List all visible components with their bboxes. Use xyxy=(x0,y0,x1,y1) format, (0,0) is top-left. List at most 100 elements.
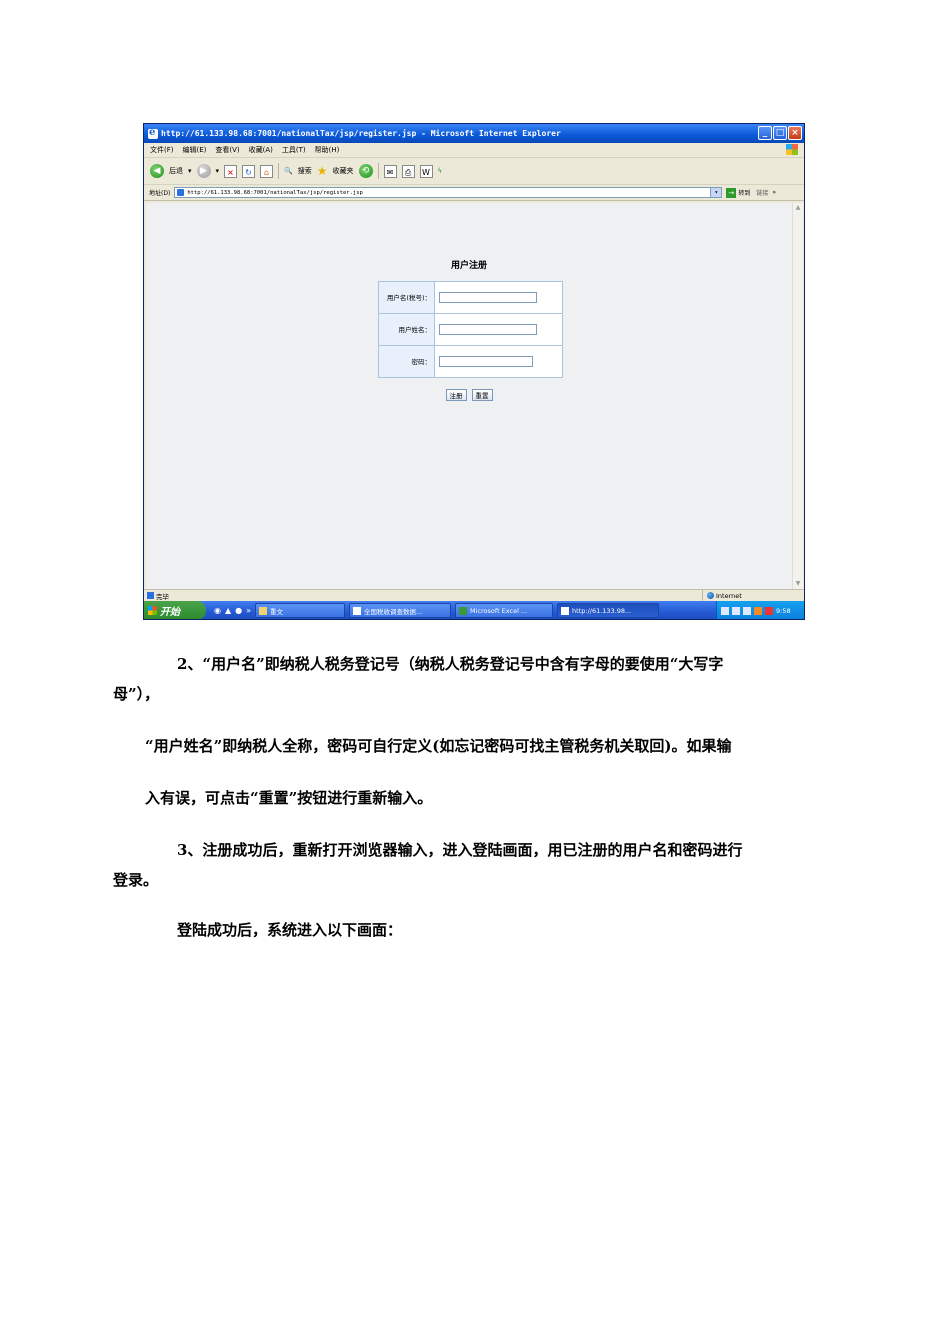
network-icon[interactable] xyxy=(743,606,751,615)
quicklaunch-media-icon[interactable]: ● xyxy=(235,606,242,615)
home-icon[interactable]: ⌂ xyxy=(260,164,274,178)
go-label: 转到 xyxy=(738,190,751,197)
close-button[interactable]: × xyxy=(788,126,802,140)
scroll-up-icon[interactable]: ▲ xyxy=(793,203,803,213)
vertical-scrollbar[interactable]: ▲ ▼ xyxy=(792,203,803,589)
taskbar-item-folder[interactable]: 重文 xyxy=(255,603,346,618)
fullname-input[interactable] xyxy=(439,324,537,335)
go-button[interactable]: → 转到 xyxy=(726,187,751,198)
register-button[interactable]: 注册 xyxy=(445,389,467,401)
form-row: 用户姓名： xyxy=(379,314,562,346)
taskbar-item-ie[interactable]: http://61.133.98... xyxy=(557,603,660,618)
paragraph-login: 3、注册成功后，重新打开浏览器输入，进入登陆画面，用已注册的用户名和密码进行 登… xyxy=(113,835,807,895)
register-form: 用户名(税号)： 用户姓名： 密码： xyxy=(378,281,563,378)
menu-help[interactable]: 帮助(H) xyxy=(315,145,340,155)
address-bar: 地址(D) http://61.133.98.68:7001/nationalT… xyxy=(144,185,804,201)
maximize-button[interactable]: □ xyxy=(773,126,787,140)
zone-label: Internet xyxy=(716,591,742,600)
folder-icon xyxy=(259,606,268,615)
browser-screenshot: http://61.133.98.68:7001/nationalTax/jsp… xyxy=(143,123,805,620)
forward-arrow-icon[interactable]: ▶ xyxy=(196,164,211,178)
address-url: http://61.133.98.68:7001/nationalTax/jsp… xyxy=(187,189,363,196)
menu-edit[interactable]: 编辑(E) xyxy=(183,145,207,155)
password-input[interactable] xyxy=(439,356,533,367)
minimize-button[interactable]: _ xyxy=(758,126,772,140)
volume-icon[interactable] xyxy=(754,606,762,615)
security-zone: Internet xyxy=(702,590,742,601)
reset-button[interactable]: 重置 xyxy=(471,389,493,401)
search-button-label[interactable]: 搜索 xyxy=(298,166,312,176)
window-titlebar: http://61.133.98.68:7001/nationalTax/jsp… xyxy=(144,124,804,143)
mail-icon[interactable]: ✉ xyxy=(383,164,397,178)
clock: 9:58 xyxy=(776,606,791,615)
toolbar-separator xyxy=(278,163,280,179)
edit-icon[interactable]: W xyxy=(419,164,433,178)
page-done-icon xyxy=(147,592,154,599)
username-label: 用户名(税号)： xyxy=(379,282,435,313)
taskbar-item-excel[interactable]: Microsoft Excel ... xyxy=(455,603,554,618)
ie-page-icon xyxy=(561,606,570,615)
password-label: 密码： xyxy=(379,346,435,377)
page-content: 用户注册 用户名(税号)： 用户姓名： 密码： 注册 重置 xyxy=(146,203,792,589)
text-line: 登录。 xyxy=(113,871,159,889)
menu-favorites[interactable]: 收藏(A) xyxy=(249,145,273,155)
window-title: http://61.133.98.68:7001/nationalTax/jsp… xyxy=(161,129,561,138)
keyboard-icon[interactable] xyxy=(721,606,729,615)
forward-dropdown-icon[interactable]: ▾ xyxy=(216,167,220,175)
print-icon[interactable]: ⎙ xyxy=(401,164,415,178)
taskbar-item-word[interactable]: 全国税收调查数据... xyxy=(349,603,452,618)
standard-toolbar: ◀ 后退 ▾ ▶ ▾ × ↻ ⌂ 🔍 搜索 ★ 收藏夹 ⟲ ✉ ⎙ W ϟ xyxy=(144,158,804,185)
register-title: 用户注册 xyxy=(450,261,487,271)
start-button[interactable]: 开始 xyxy=(144,601,206,619)
taskbar-item-label: Microsoft Excel ... xyxy=(470,606,528,615)
refresh-icon[interactable]: ↻ xyxy=(242,164,256,178)
paragraph-fullname: “用户姓名”即纳税人全称，密码可自行定义(如忘记密码可找主管税务机关取回)。如果… xyxy=(145,737,732,755)
username-input[interactable] xyxy=(439,292,537,303)
form-row: 用户名(税号)： xyxy=(379,282,562,314)
word-doc-icon xyxy=(353,606,362,615)
toolbar-separator xyxy=(377,163,379,179)
scroll-down-icon[interactable]: ▼ xyxy=(793,579,803,589)
windows-logo-icon xyxy=(786,144,798,155)
form-row: 密码： xyxy=(379,346,562,377)
menu-view[interactable]: 查看(V) xyxy=(215,145,239,155)
lightning-icon[interactable]: ϟ xyxy=(438,167,443,175)
quicklaunch-more-icon[interactable]: » xyxy=(246,606,251,615)
help-icon[interactable] xyxy=(732,606,740,615)
text-line: 3、注册成功后，重新打开浏览器输入，进入登陆画面，用已注册的用户名和密码进行 xyxy=(177,841,743,859)
globe-icon xyxy=(707,592,714,599)
system-tray: 9:58 xyxy=(716,601,804,619)
status-bar: 完毕 Internet xyxy=(144,589,804,601)
status-text: 完毕 xyxy=(156,592,169,601)
favorites-button-label[interactable]: 收藏夹 xyxy=(333,166,354,176)
address-input[interactable]: http://61.133.98.68:7001/nationalTax/jsp… xyxy=(174,187,723,198)
search-icon[interactable]: 🔍 xyxy=(284,167,293,175)
taskbar-item-label: 全国税收调查数据... xyxy=(364,607,423,616)
favorites-star-icon[interactable]: ★ xyxy=(317,164,328,178)
address-dropdown-icon[interactable]: ▾ xyxy=(710,188,722,197)
back-dropdown-icon[interactable]: ▾ xyxy=(188,167,192,175)
antivirus-icon[interactable] xyxy=(765,606,773,615)
menu-bar: 文件(F) 编辑(E) 查看(V) 收藏(A) 工具(T) 帮助(H) xyxy=(144,143,804,158)
stop-icon[interactable]: × xyxy=(224,164,238,178)
paragraph-after-login: 登陆成功后，系统进入以下画面： xyxy=(177,921,403,939)
start-label: 开始 xyxy=(160,607,180,618)
back-button-label[interactable]: 后退 xyxy=(169,166,183,176)
excel-icon xyxy=(459,606,468,615)
history-icon[interactable]: ⟲ xyxy=(358,164,373,178)
paragraph-username: 2、“用户名”即纳税人税务登记号（纳税人税务登记号中含有字母的要使用“大写字 母… xyxy=(113,649,807,709)
address-label: 地址(D) xyxy=(149,190,171,197)
menu-tools[interactable]: 工具(T) xyxy=(282,145,306,155)
quicklaunch-ie-icon[interactable]: ◉ xyxy=(214,606,221,615)
quicklaunch-app-icon[interactable]: ▲ xyxy=(225,606,231,615)
chevron-right-icon[interactable]: » xyxy=(772,189,776,196)
back-arrow-icon[interactable]: ◀ xyxy=(150,164,164,178)
quick-launch: ◉ ▲ ● » xyxy=(214,606,251,615)
menu-file[interactable]: 文件(F) xyxy=(150,145,174,155)
windows-flag-icon xyxy=(148,606,157,615)
paragraph-reset: 入有误，可点击“重置”按钮进行重新输入。 xyxy=(145,789,433,807)
links-button[interactable]: 链接 xyxy=(756,188,768,197)
text-line: 2、“用户名”即纳税人税务登记号（纳税人税务登记号中含有字母的要使用“大写字 xyxy=(177,655,724,673)
ie-icon xyxy=(148,127,158,139)
go-arrow-icon: → xyxy=(726,187,737,198)
